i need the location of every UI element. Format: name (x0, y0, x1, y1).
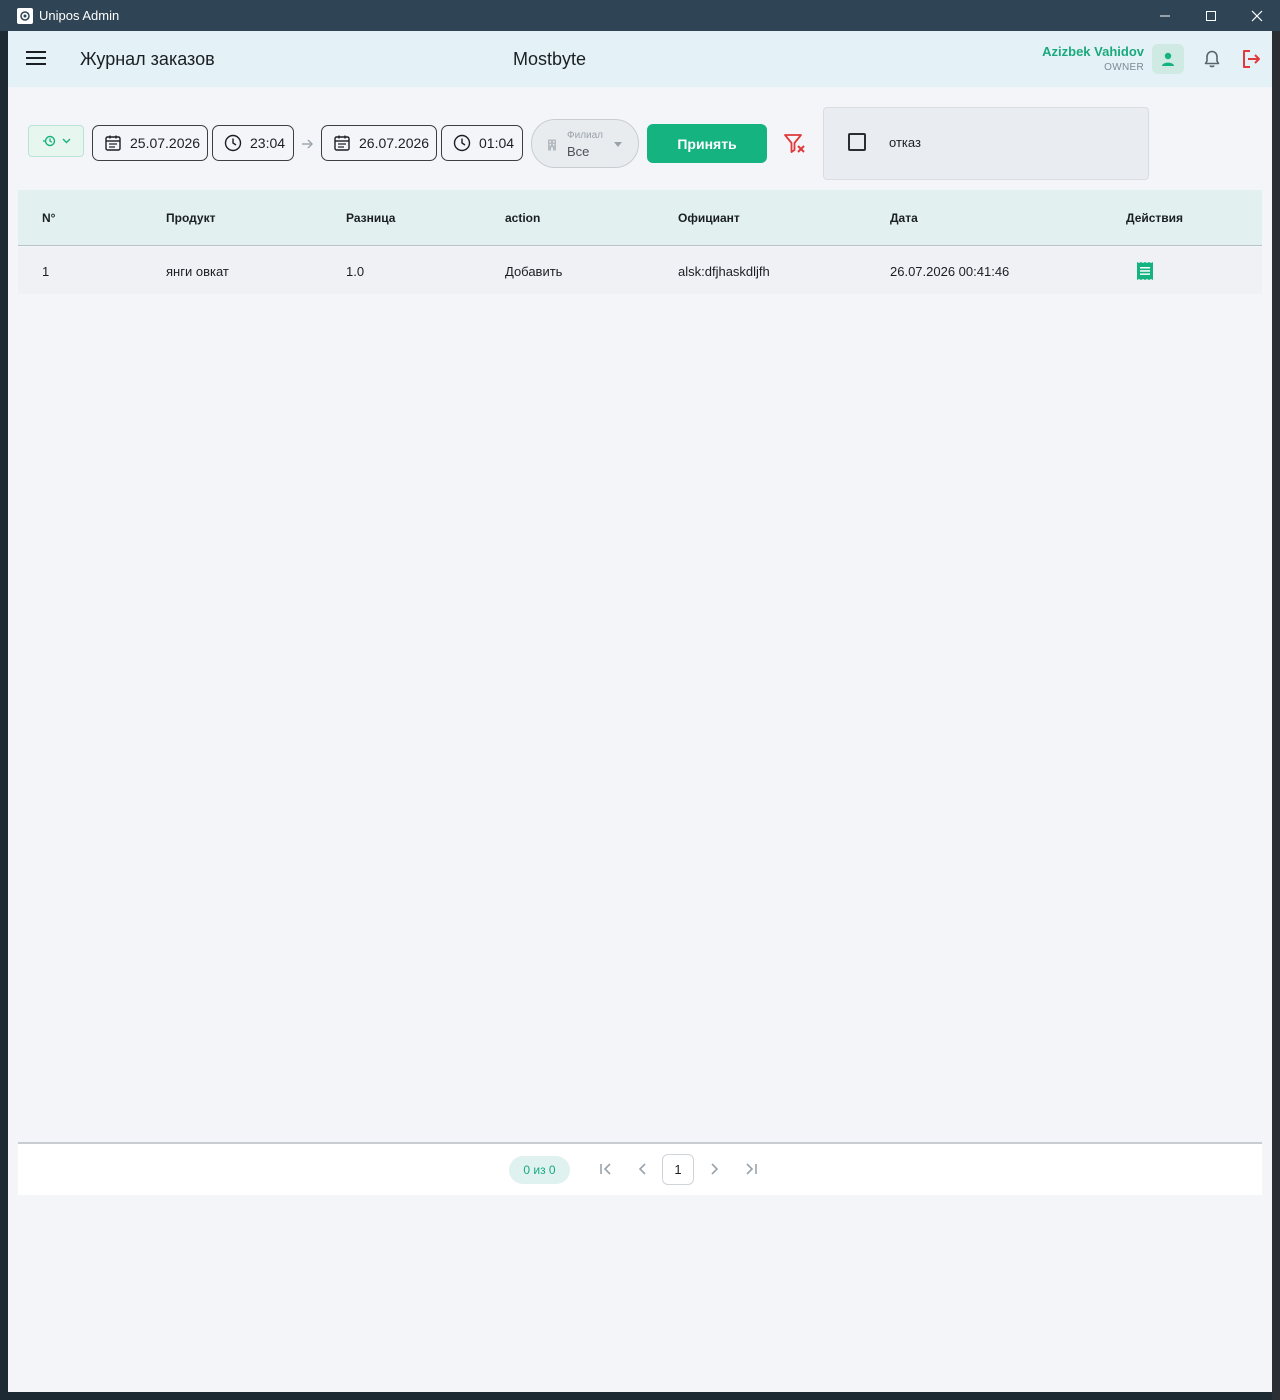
column-header-waiter[interactable]: Официант (678, 211, 740, 225)
clock-icon (224, 134, 242, 152)
user-icon (1162, 52, 1174, 66)
time-to-value: 01:04 (479, 135, 515, 151)
cell-difference: 1.0 (346, 264, 365, 279)
reject-checkbox-label[interactable]: отказ (889, 135, 921, 150)
time-to-picker[interactable]: 01:04 (441, 125, 523, 161)
column-header-date[interactable]: Дата (890, 211, 918, 225)
maximize-button[interactable] (1188, 0, 1234, 31)
cell-number: 1 (42, 264, 50, 279)
cell-action: Добавить (505, 264, 563, 279)
user-name: Azizbek Vahidov (1042, 44, 1144, 59)
previous-page-icon[interactable] (635, 1161, 651, 1177)
branch-select-value: Все (567, 144, 590, 159)
close-window-button[interactable] (1234, 0, 1280, 31)
clock-icon (453, 134, 471, 152)
first-page-icon[interactable] (598, 1161, 614, 1177)
date-from-picker[interactable]: 25.07.2026 (92, 125, 208, 161)
logout-icon[interactable] (1240, 48, 1262, 70)
page-summary: 0 из 0 (509, 1156, 570, 1184)
accept-button[interactable]: Принять (647, 124, 767, 163)
app-logo-icon (17, 7, 33, 24)
last-page-icon[interactable] (743, 1161, 759, 1177)
app-window: Журнал заказов Mostbyte Azizbek Vahidov … (8, 31, 1272, 1392)
filter-clear-icon[interactable] (783, 133, 807, 155)
history-icon (42, 135, 55, 147)
cell-waiter: alsk:dfjhaskdljfh (678, 264, 770, 279)
column-header-product[interactable]: Продукт (166, 211, 215, 225)
cell-date: 26.07.2026 00:41:46 (890, 264, 1010, 279)
date-from-value: 25.07.2026 (130, 135, 201, 151)
user-role: OWNER (1104, 62, 1144, 73)
column-header-action[interactable]: action (505, 211, 540, 225)
table-header: N° Продукт Разница action Официант Дата … (18, 190, 1262, 246)
column-header-number[interactable]: N° (42, 211, 55, 225)
date-to-picker[interactable]: 26.07.2026 (321, 125, 437, 161)
branch-select[interactable]: Филиал Все (531, 119, 639, 168)
history-preset-dropdown[interactable] (28, 125, 84, 157)
notification-bell-icon[interactable] (1202, 49, 1222, 69)
menu-icon[interactable] (26, 50, 46, 66)
close-icon (1251, 10, 1263, 21)
pagination-bar: 0 из 0 1 (18, 1142, 1262, 1195)
minimize-button[interactable] (1142, 0, 1188, 31)
background-window-edge (1272, 31, 1280, 1400)
reject-filter-panel: отказ (823, 107, 1149, 180)
table-row[interactable]: 1 янги овкат 1.0 Добавить alsk:dfjhaskdl… (18, 247, 1262, 294)
branch-select-label: Филиал (567, 130, 604, 141)
column-header-actions: Действия (1126, 211, 1184, 225)
minimize-icon (1160, 15, 1170, 16)
caret-down-icon (614, 142, 622, 147)
date-to-value: 26.07.2026 (359, 135, 430, 151)
building-icon (548, 139, 556, 151)
maximize-icon (1206, 10, 1216, 21)
current-page-button[interactable]: 1 (662, 1154, 694, 1185)
next-page-icon[interactable] (706, 1161, 722, 1177)
app-header: Журнал заказов Mostbyte Azizbek Vahidov … (8, 31, 1272, 87)
time-from-picker[interactable]: 23:04 (212, 125, 294, 161)
calendar-icon (334, 135, 350, 151)
time-from-value: 23:04 (250, 135, 286, 151)
company-name: Mostbyte (513, 49, 587, 69)
user-info: Azizbek Vahidov OWNER (1042, 44, 1144, 73)
window-titlebar[interactable]: Unipos Admin (0, 0, 1280, 31)
cell-product: янги овкат (166, 264, 229, 279)
reject-checkbox[interactable] (848, 133, 866, 151)
page-title: Журнал заказов (80, 49, 215, 69)
calendar-icon (105, 135, 121, 151)
arrow-right-icon (302, 139, 313, 149)
receipt-icon[interactable] (1136, 261, 1154, 281)
chevron-down-icon (62, 138, 70, 144)
window-title: Unipos Admin (39, 8, 120, 23)
avatar-button[interactable] (1152, 44, 1184, 74)
column-header-difference[interactable]: Разница (346, 211, 395, 225)
